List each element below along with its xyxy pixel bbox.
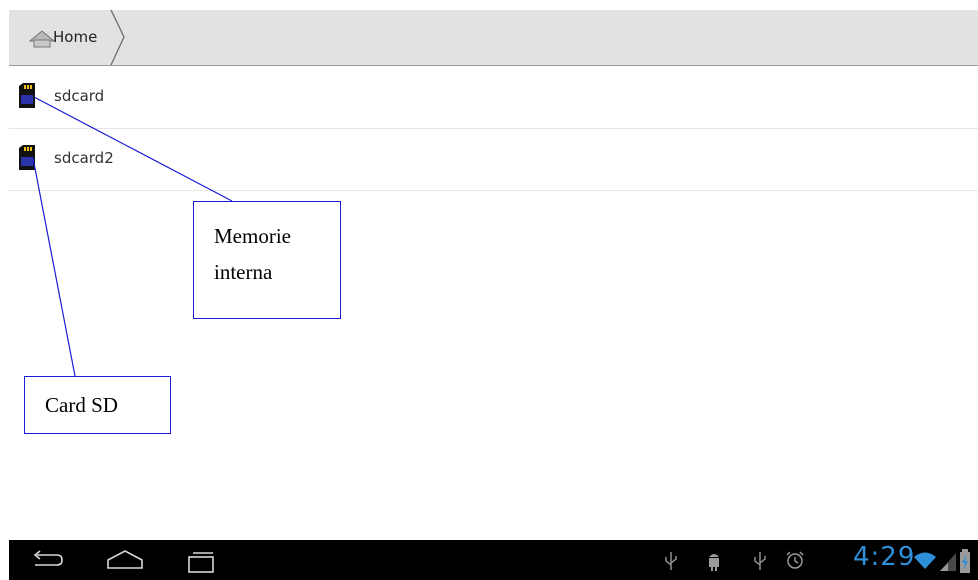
home-icon [29,30,55,48]
back-icon[interactable] [29,548,65,572]
annotation-internal-memory: Memorie interna [193,201,341,319]
annotation-internal-memory-line1: Memorie [214,224,291,248]
annotation-sd-card: Card SD [24,376,171,434]
usb-icon [754,552,766,570]
breadcrumb-home-label: Home [53,28,98,46]
system-navigation-bar: 4:29 [9,540,978,580]
battery-icon [960,549,970,573]
list-item-label: sdcard [54,87,105,105]
alarm-icon [786,551,804,569]
breadcrumb: Home [9,10,978,66]
status-clock: 4:29 [853,542,916,572]
file-browser: Home sdcard sdcard2 [9,0,978,580]
usb-icon [665,552,677,570]
list-item-label: sdcard2 [54,149,114,167]
home-nav-icon[interactable] [105,548,145,572]
sd-card-icon [19,145,35,170]
sd-card-icon [19,83,35,108]
list-item-sdcard2[interactable]: sdcard2 [9,128,978,191]
recent-apps-icon[interactable] [181,548,221,574]
signal-icon [940,553,956,571]
android-debug-icon [709,554,719,571]
breadcrumb-separator-icon [110,10,125,65]
wifi-icon [914,552,936,569]
list-item-sdcard[interactable]: sdcard [9,66,978,129]
annotation-internal-memory-line2: interna [214,260,273,284]
